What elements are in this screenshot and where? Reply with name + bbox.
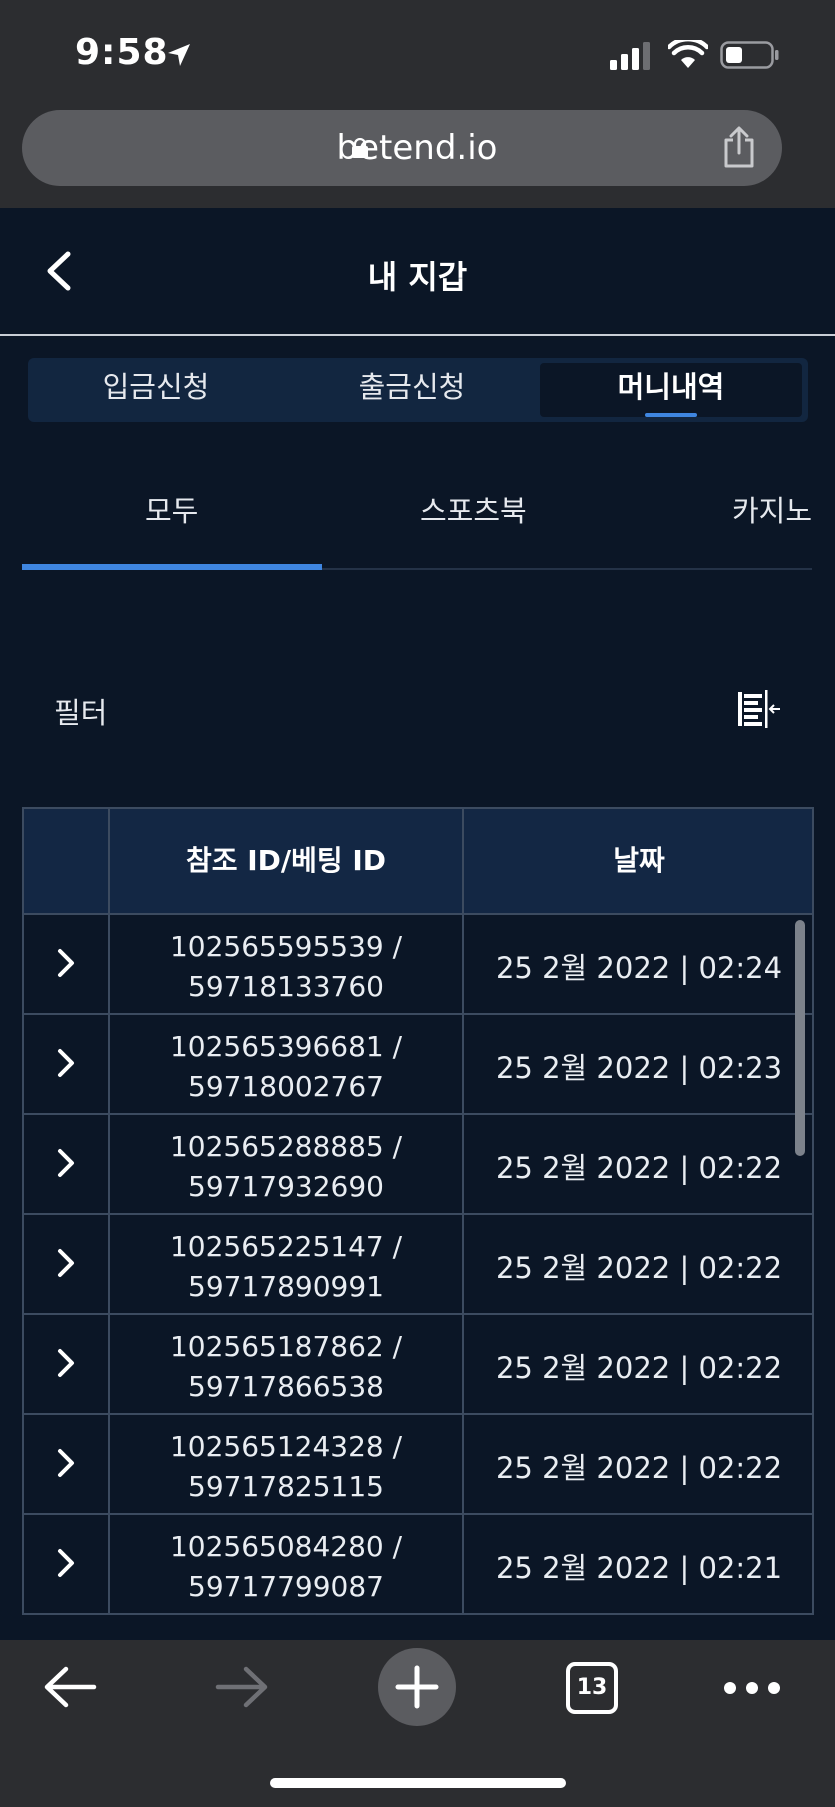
forward-arrow-icon[interactable]: [214, 1664, 270, 1710]
date-cell: 25 2월 2022 | 02:24: [495, 951, 783, 985]
category-subtabs: 모두 스포츠북 카지노: [0, 470, 835, 570]
expand-chevron-icon[interactable]: [54, 1345, 78, 1381]
expand-chevron-icon[interactable]: [54, 1245, 78, 1281]
browser-address-area: betend.io: [0, 100, 835, 208]
table-header: 참조 ID/베팅 ID 날짜: [22, 807, 814, 915]
expand-chevron-icon[interactable]: [54, 1445, 78, 1481]
table-scrollbar[interactable]: [795, 920, 805, 1156]
bet-id: 59717799087: [188, 1570, 384, 1603]
plus-icon: [395, 1665, 439, 1709]
tab-label: 입금신청: [102, 370, 210, 404]
tab-label: 머니내역: [617, 370, 725, 404]
ref-id: 102565084280 /: [169, 1530, 403, 1563]
back-arrow-icon[interactable]: [42, 1664, 98, 1710]
wallet-tabs: 입금신청 출금신청 머니내역: [28, 358, 808, 422]
active-subtab-indicator: [22, 564, 322, 570]
expand-chevron-icon[interactable]: [54, 1145, 78, 1181]
filter-label: 필터: [54, 696, 108, 730]
battery-icon: [720, 41, 779, 69]
ref-bet-id-cell: 102565187862 / 59717866538: [110, 1327, 462, 1407]
url-text: betend.io: [336, 128, 498, 168]
subtab-all[interactable]: 모두: [145, 488, 198, 530]
tab-label: 출금신청: [358, 370, 466, 404]
page-header: 내 지갑: [0, 208, 835, 336]
tabs-count-button[interactable]: 13: [566, 1662, 618, 1714]
page-title: 내 지갑: [367, 258, 468, 296]
status-bar: 9:58: [0, 0, 835, 100]
column-header-date: 날짜: [613, 844, 665, 877]
wifi-icon: [668, 40, 708, 68]
tab-withdraw[interactable]: 출금신청: [284, 358, 540, 422]
table-row[interactable]: 102565396681 / 59718002767 25 2월 2022 | 02…: [22, 1015, 814, 1115]
date-cell: 25 2월 2022 | 02:22: [495, 1451, 783, 1485]
table-row[interactable]: 102565124328 / 59717825115 25 2월 2022 | 02…: [22, 1415, 814, 1515]
new-tab-button[interactable]: [378, 1648, 456, 1726]
table-row[interactable]: 102565288885 / 59717932690 25 2월 2022 | 02…: [22, 1115, 814, 1215]
table-row[interactable]: 102565595539 / 59718133760 25 2월 2022 | 02…: [22, 915, 814, 1015]
filter-panel-icon[interactable]: [736, 688, 782, 730]
tab-deposit[interactable]: 입금신청: [28, 358, 284, 422]
ref-bet-id-cell: 102565595539 / 59718133760: [110, 927, 462, 1007]
ref-id: 102565396681 /: [169, 1030, 403, 1063]
table-body: 102565595539 / 59718133760 25 2월 2022 | 02…: [22, 915, 814, 1615]
money-history-table: 참조 ID/베팅 ID 날짜 102565595539 / 59718133760…: [22, 807, 814, 1615]
address-bar[interactable]: betend.io: [22, 110, 782, 186]
ref-bet-id-cell: 102565396681 / 59718002767: [110, 1027, 462, 1107]
date-cell: 25 2월 2022 | 02:22: [495, 1151, 783, 1185]
expand-chevron-icon[interactable]: [54, 1545, 78, 1581]
active-tab-indicator: [645, 413, 697, 417]
ref-id: 102565288885 /: [169, 1130, 403, 1163]
status-time: 9:58: [75, 32, 169, 73]
bet-id: 59718133760: [188, 970, 384, 1003]
ref-bet-id-cell: 102565124328 / 59717825115: [110, 1427, 462, 1507]
ref-id: 102565187862 /: [169, 1330, 403, 1363]
bet-id: 59717932690: [188, 1170, 384, 1203]
ref-bet-id-cell: 102565084280 / 59717799087: [110, 1527, 462, 1607]
date-cell: 25 2월 2022 | 02:22: [495, 1351, 783, 1385]
bet-id: 59717825115: [188, 1470, 384, 1503]
bet-id: 59717890991: [188, 1270, 384, 1303]
ref-id: 102565225147 /: [169, 1230, 403, 1263]
ref-id: 102565595539 /: [169, 930, 403, 963]
date-cell: 25 2월 2022 | 02:22: [495, 1251, 783, 1285]
column-header-ref-id: 참조 ID/베팅 ID: [185, 844, 387, 877]
bet-id: 59717866538: [188, 1370, 384, 1403]
home-indicator: [270, 1778, 566, 1788]
browser-toolbar: 13: [0, 1640, 835, 1807]
expand-chevron-icon[interactable]: [54, 945, 78, 981]
location-arrow-icon: [168, 44, 190, 66]
table-row[interactable]: 102565225147 / 59717890991 25 2월 2022 | 02…: [22, 1215, 814, 1315]
subtab-casino[interactable]: 카지노: [732, 488, 812, 530]
share-icon[interactable]: [722, 126, 756, 168]
ref-id: 102565124328 /: [169, 1430, 403, 1463]
table-row[interactable]: 102565187862 / 59717866538 25 2월 2022 | 02…: [22, 1315, 814, 1415]
subtab-sportsbook[interactable]: 스포츠북: [420, 488, 527, 530]
more-options-icon[interactable]: [722, 1678, 782, 1698]
expand-chevron-icon[interactable]: [54, 1045, 78, 1081]
ref-bet-id-cell: 102565288885 / 59717932690: [110, 1127, 462, 1207]
ref-bet-id-cell: 102565225147 / 59717890991: [110, 1227, 462, 1307]
table-row[interactable]: 102565084280 / 59717799087 25 2월 2022 | 02…: [22, 1515, 814, 1615]
date-cell: 25 2월 2022 | 02:23: [495, 1051, 783, 1085]
bet-id: 59718002767: [188, 1070, 384, 1103]
cellular-signal-icon: [610, 42, 650, 70]
tab-money-history[interactable]: 머니내역: [540, 363, 802, 417]
date-cell: 25 2월 2022 | 02:21: [495, 1551, 783, 1585]
